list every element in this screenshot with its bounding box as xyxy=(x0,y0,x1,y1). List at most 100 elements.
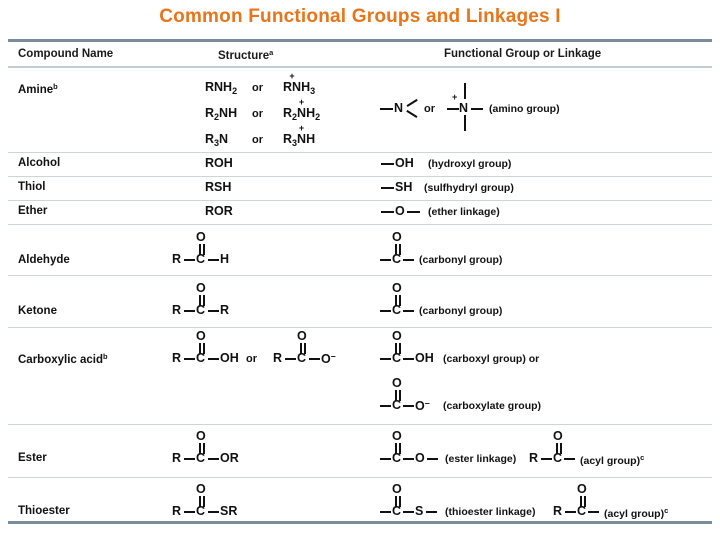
amine-structure-1-protonated: + RNH3 xyxy=(283,72,315,97)
carboxylate-group-charge: – xyxy=(424,398,430,408)
ketone-oxygen-atom: O xyxy=(196,281,206,295)
sulfhydryl-bond xyxy=(381,187,394,189)
ester-acyl-label-text: (acyl group) xyxy=(580,455,641,467)
slide-page: Common Functional Groups and Linkages I … xyxy=(0,0,720,540)
thioester-acyl-bond-left xyxy=(565,511,576,513)
column-header-functional-group: Functional Group or Linkage xyxy=(444,48,602,60)
ester-bond-right xyxy=(208,458,219,460)
amine-structure-2-protonated: R2 + NH2 xyxy=(283,98,320,123)
table-row-ketone-name: Ketone xyxy=(18,305,57,317)
ester-acyl-bond-left xyxy=(541,458,552,460)
carboxylic-bond-left xyxy=(184,358,195,360)
ammonium-bond-right xyxy=(471,108,483,110)
thioester-bond-left xyxy=(184,511,195,513)
amine-s2-left: R xyxy=(205,106,215,120)
ester-alkoxy-group: OR xyxy=(220,451,239,465)
thioester-acyl-bond-right xyxy=(588,511,599,513)
thioester-linkage-bond-right xyxy=(426,511,437,513)
amino-group-label: (amino group) xyxy=(489,103,560,115)
carboxylate-carbon-atom: C xyxy=(297,351,307,365)
amine-conjunction-1: or xyxy=(252,82,263,94)
table-row-ether-name: Ether xyxy=(18,205,48,217)
carboxylate-group-anion: O– xyxy=(415,398,430,413)
carboxyl-group-label: (carboxyl group) or xyxy=(443,353,540,365)
ketone-carbonyl-label: (carbonyl group) xyxy=(419,305,503,317)
ester-acyl-carbon: C xyxy=(553,451,563,465)
table-header-rule xyxy=(8,66,712,68)
carboxylic-r-group: R xyxy=(172,351,182,365)
carboxylic-hydroxyl: OH xyxy=(220,351,239,365)
ester-acyl-oxygen: O xyxy=(553,429,563,443)
amine-s3-charge-wrap: + N xyxy=(297,124,307,147)
table-top-rule xyxy=(8,39,712,42)
carboxylate-r-group: R xyxy=(273,351,283,365)
thioester-linkage-carbon: C xyxy=(392,504,402,518)
column-header-compound-name: Compound Name xyxy=(18,48,114,60)
amine-s1-right-pre: RN xyxy=(283,80,302,94)
carboxylic-bond-right xyxy=(208,358,219,360)
thioester-acyl-footnote-marker: c xyxy=(664,506,669,515)
amine-structure-1-neutral: RNH2 xyxy=(205,80,237,96)
amine-structure-3-protonated: R3 + NH xyxy=(283,124,315,149)
thioester-acyl-r-group: R xyxy=(553,504,563,518)
thioester-acyl-label-text: (acyl group) xyxy=(604,508,665,520)
ammonium-nitrogen-atom: N xyxy=(459,101,469,115)
ketone-bond-right xyxy=(208,310,219,312)
table-row-thioester-name: Thioester xyxy=(18,505,70,517)
thioester-acyl-label: (acyl group)c xyxy=(604,506,668,520)
ammonium-bond-bottom xyxy=(464,115,466,131)
ketone-carbonyl-bond-left xyxy=(380,310,391,312)
amine-structure-2-neutral: R2NH xyxy=(205,106,237,122)
amine-s2-charge-wrap: + N xyxy=(297,98,306,121)
carboxylate-bond-left xyxy=(285,358,296,360)
carboxylate-oxygen-atom: O xyxy=(297,329,307,343)
ester-acyl-r-group: R xyxy=(529,451,539,465)
amine-s2-plus: + xyxy=(298,97,305,107)
table-row-alcohol-name: Alcohol xyxy=(18,157,61,169)
ester-acyl-bond-right xyxy=(564,458,575,460)
aldehyde-r-group: R xyxy=(172,252,182,266)
thioester-linkage-bond-mid xyxy=(403,511,414,513)
ester-r-group: R xyxy=(172,451,182,465)
ester-linkage-oxygen-top: O xyxy=(392,429,402,443)
ester-bond-left xyxy=(184,458,195,460)
ketone-r-group-left: R xyxy=(172,303,182,317)
thioester-acyl-oxygen: O xyxy=(577,482,587,496)
carboxylate-bond-right xyxy=(309,358,320,360)
amine-s2-left-rest: NH xyxy=(219,106,238,120)
amine-s3-right-mid: N xyxy=(297,132,307,146)
row-label-carboxylic-acid: Carboxylic acid xyxy=(18,354,104,366)
thioester-oxygen-atom: O xyxy=(196,482,206,496)
row-separator-1 xyxy=(8,152,712,153)
structure-footnote-marker: a xyxy=(269,48,274,57)
row-separator-7 xyxy=(8,424,712,425)
ester-linkage-bond-mid xyxy=(403,458,414,460)
aldehyde-carbonyl-bond-left xyxy=(380,259,391,261)
carboxyl-group-oxygen: O xyxy=(392,329,402,343)
ester-oxygen-atom: O xyxy=(196,429,206,443)
row-label-amine: Amine xyxy=(18,84,54,96)
amino-conjunction: or xyxy=(424,103,435,115)
amine-s3-left-rest: N xyxy=(219,132,229,146)
ketone-carbonyl-carbon: C xyxy=(392,303,402,317)
table-row-ester-name: Ester xyxy=(18,452,47,464)
column-header-structure-label: Structure xyxy=(218,50,270,62)
carboxylate-anion-o: O xyxy=(321,352,331,366)
ether-linkage-label: (ether linkage) xyxy=(428,206,500,218)
row-separator-8 xyxy=(8,477,712,478)
carboxylic-conjunction: or xyxy=(246,353,257,365)
ester-acyl-label: (acyl group)c xyxy=(580,453,644,467)
ether-bond-left xyxy=(381,211,394,213)
thioester-linkage-oxygen: O xyxy=(392,482,402,496)
amine-footnote-marker: b xyxy=(53,82,58,91)
amine-s1-left: RNH xyxy=(205,80,233,94)
amine-s1-charge-wrap: + RN xyxy=(283,72,302,95)
ether-structure: ROR xyxy=(205,204,233,218)
ester-linkage-bond-left xyxy=(380,458,391,460)
hydroxyl-bond xyxy=(381,163,394,165)
ester-linkage-label: (ester linkage) xyxy=(445,453,517,465)
carboxylate-group-o: O xyxy=(415,399,425,413)
aldehyde-carbon-atom: C xyxy=(196,252,206,266)
amine-structure-3-neutral: R3N xyxy=(205,132,228,148)
carboxyl-group-bond-right xyxy=(403,358,414,360)
